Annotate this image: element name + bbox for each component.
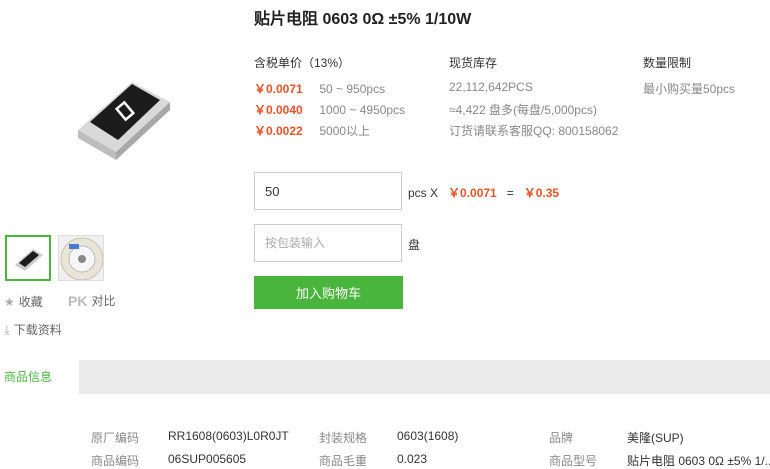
limit-header: 数量限制: [643, 56, 692, 70]
tier-range: 1000 ~ 4950pcs: [319, 103, 406, 117]
tier-range: 5000以上: [319, 124, 371, 138]
download-button[interactable]: ⤓ 下载资料: [4, 321, 62, 338]
compare-button[interactable]: PK 对比: [68, 292, 115, 309]
thumbnail-reel[interactable]: [58, 235, 104, 281]
download-label: 下载资料: [13, 323, 62, 337]
stock-quantity: 22,112,642PCS: [449, 80, 533, 94]
info-item: 贴片电阻 0603 0Ω ±5% 1/...: [627, 452, 770, 469]
info-value: 0603(1608): [397, 429, 459, 443]
favorite-button[interactable]: ★ 收藏: [4, 293, 43, 310]
product-image: [70, 60, 190, 170]
reel-unit: 盘: [408, 238, 421, 252]
tier-range: 50 ~ 950pcs: [319, 82, 386, 96]
total-price: ￥0.35: [523, 186, 560, 200]
tier-price: ￥0.0040: [254, 103, 303, 117]
info-item: 美隆(SUP): [627, 429, 684, 446]
add-to-cart-button[interactable]: 加入购物车: [254, 276, 403, 309]
info-item: RR1608(0603)L0R0JT: [168, 429, 289, 443]
resistor-image: [78, 82, 170, 160]
price-tier: ￥0.0071 50 ~ 950pcs: [254, 80, 385, 97]
tab-product-info[interactable]: 商品信息: [0, 360, 79, 394]
info-item: 封装规格: [319, 429, 367, 446]
stock-header: 现货库存: [449, 56, 498, 70]
price-calculation: pcs X ￥0.0071 = ￥0.35: [408, 184, 559, 201]
info-value: 06SUP005605: [168, 452, 247, 466]
info-item: 商品型号: [549, 452, 597, 469]
info-item: 商品编码: [91, 452, 139, 469]
info-value: 美隆(SUP): [627, 431, 684, 445]
info-key: 原厂编码: [91, 431, 140, 445]
stock-reels: ≈4,422 盘多(每盘/5,000pcs): [449, 103, 597, 117]
info-key: 商品毛重: [319, 454, 368, 468]
reel-thumb-icon: [60, 237, 103, 280]
price-tier: ￥0.0040 1000 ~ 4950pcs: [254, 101, 405, 118]
info-key: 商品编码: [91, 454, 140, 468]
info-key: 品牌: [549, 431, 574, 445]
info-item: 06SUP005605: [168, 452, 246, 466]
info-item: 品牌: [549, 429, 573, 446]
favorite-label: 收藏: [18, 295, 43, 309]
price-tier: ￥0.0022 5000以上: [254, 122, 370, 139]
star-icon: ★: [4, 294, 15, 309]
info-item: 原厂编码: [91, 429, 139, 446]
info-item: 0.023: [397, 452, 427, 466]
info-item: 商品毛重: [319, 452, 367, 469]
tier-price: ￥0.0071: [254, 82, 303, 96]
quantity-input[interactable]: [254, 172, 402, 210]
limit-text: 最小购买量50pcs: [643, 82, 736, 96]
thumbnail-resistor[interactable]: [5, 235, 51, 281]
info-item: 0603(1608): [397, 429, 458, 443]
info-key: 商品型号: [549, 454, 598, 468]
info-key: 封装规格: [319, 431, 368, 445]
unit-price: ￥0.0071: [448, 186, 497, 200]
compare-label: 对比: [91, 294, 116, 308]
info-value: 0.023: [397, 452, 428, 466]
tab-bar: [0, 360, 770, 394]
price-header: 含税单价（13%）: [254, 56, 351, 70]
stock-contact: 订货请联系客服QQ: 800158062: [449, 124, 619, 138]
product-title: 贴片电阻 0603 0Ω ±5% 1/10W: [254, 11, 472, 28]
info-value: RR1608(0603)L0R0JT: [168, 429, 289, 443]
tier-price: ￥0.0022: [254, 124, 303, 138]
info-value: 贴片电阻 0603 0Ω ±5% 1/...: [627, 454, 770, 468]
reel-quantity-input[interactable]: [254, 224, 402, 262]
resistor-thumb-icon: [15, 249, 43, 271]
equals-sign: =: [506, 185, 514, 200]
unit-label: pcs X: [408, 185, 439, 200]
pk-icon: PK: [68, 292, 88, 309]
download-icon: ⤓: [4, 321, 10, 337]
